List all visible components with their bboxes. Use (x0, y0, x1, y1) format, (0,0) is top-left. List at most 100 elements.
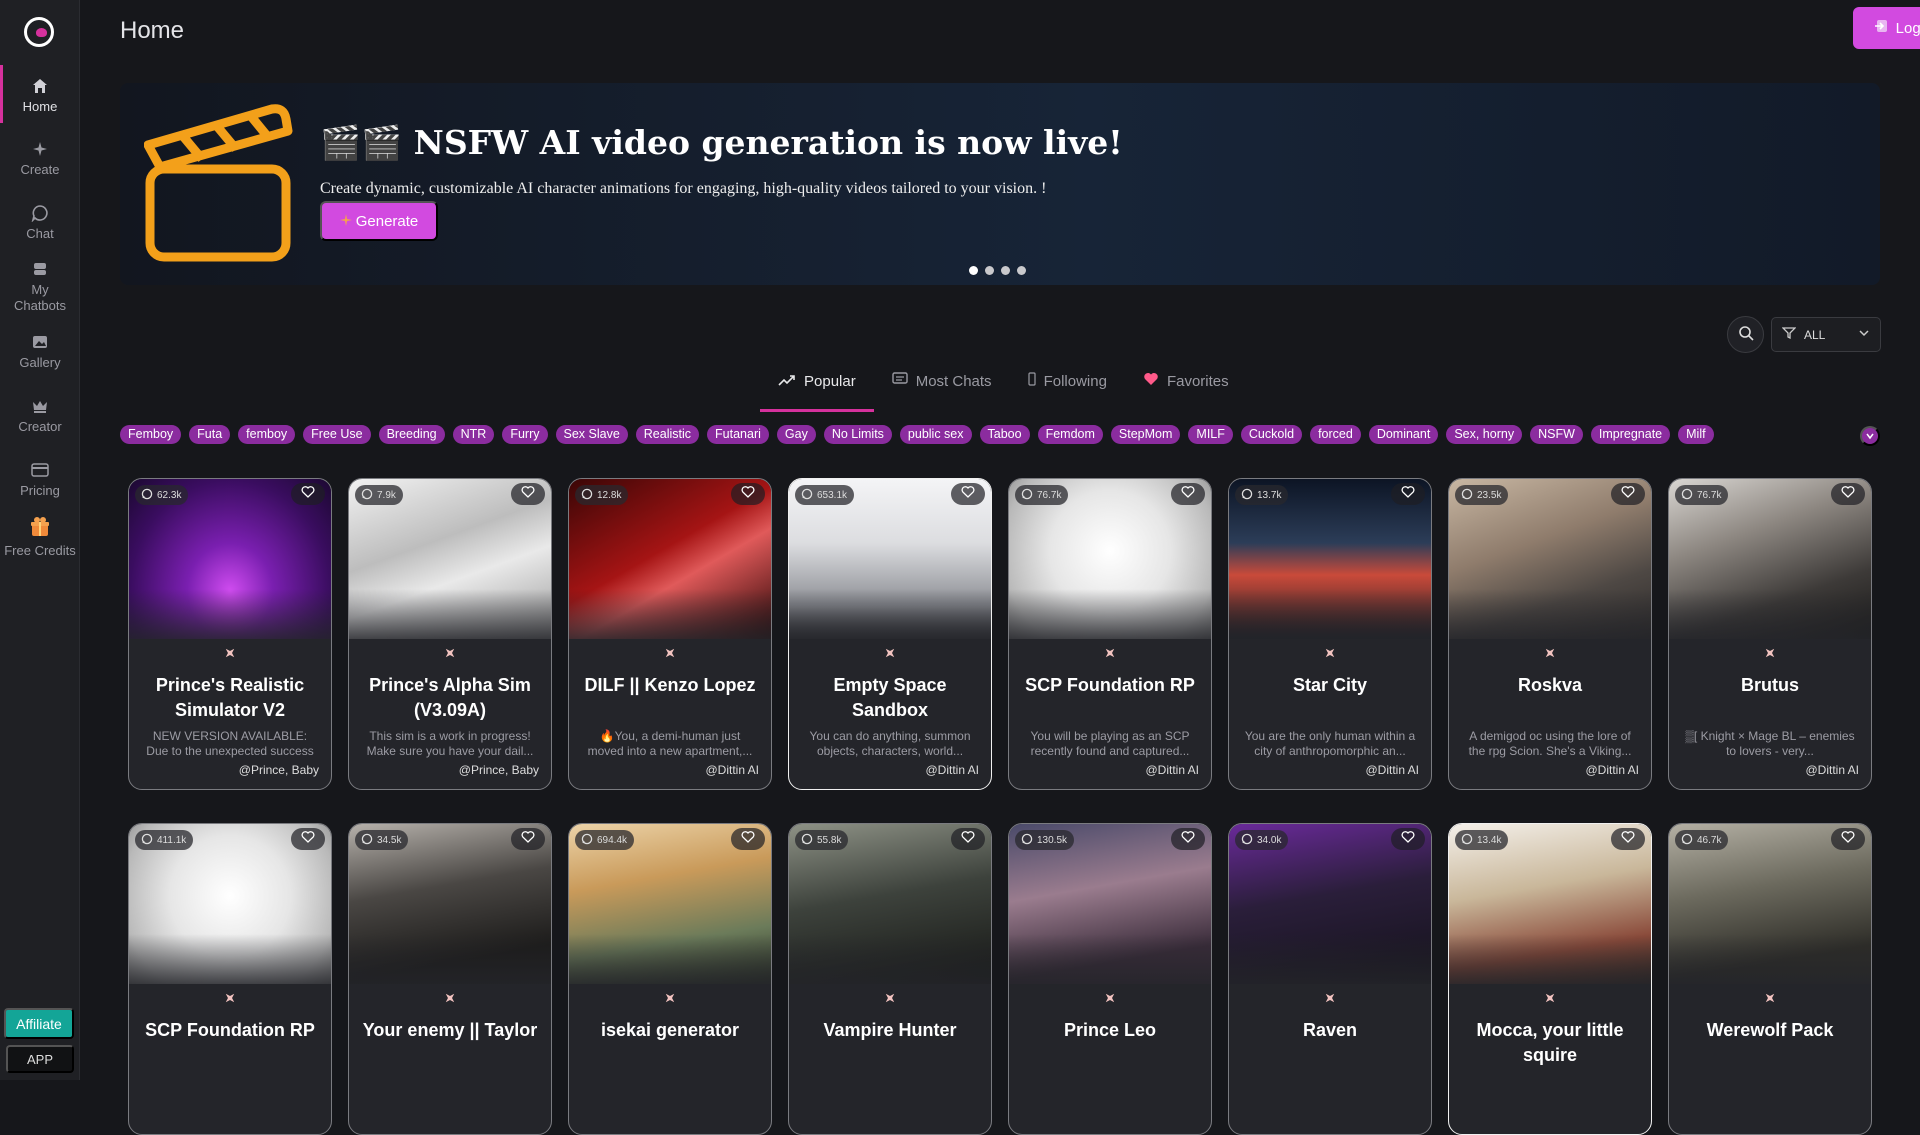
character-card[interactable]: 34.0k Raven (1228, 823, 1432, 1135)
character-name: Prince's Alpha Sim (V3.09A) (369, 675, 531, 720)
character-card[interactable]: 411.1k SCP Foundation RP (128, 823, 332, 1135)
character-author[interactable]: @Dittin AI (1585, 763, 1639, 777)
sidebar-item-my-chatbots[interactable]: My Chatbots (0, 260, 80, 313)
tag-chip[interactable]: Free Use (303, 425, 371, 444)
tag-chip[interactable]: Furry (502, 425, 548, 444)
tag-chip[interactable]: NTR (452, 425, 495, 444)
character-card[interactable]: 62.3k Prince's Realistic Simulator V2 NEW … (128, 478, 332, 790)
carousel-dot[interactable] (1017, 266, 1026, 275)
tag-chip[interactable]: Breeding (378, 425, 445, 444)
tag-chip[interactable]: Femboy (120, 425, 182, 444)
favorite-button[interactable] (951, 828, 985, 850)
tag-chip[interactable]: Sex, horny (1446, 425, 1523, 444)
app-button[interactable]: APP (6, 1045, 74, 1073)
character-author[interactable]: @Dittin AI (705, 763, 759, 777)
character-author[interactable]: @Dittin AI (1365, 763, 1419, 777)
favorite-button[interactable] (291, 483, 325, 505)
favorite-button[interactable] (731, 483, 765, 505)
category-filter-select[interactable]: ALL (1771, 317, 1881, 352)
tag-chip[interactable]: Sex Slave (555, 425, 628, 444)
chat-count: 34.5k (377, 834, 402, 846)
sidebar-item-gallery[interactable]: Gallery (0, 333, 80, 371)
sidebar-item-chat[interactable]: Chat (0, 204, 80, 242)
character-card[interactable]: 55.8k Vampire Hunter (788, 823, 992, 1135)
generate-button[interactable]: Generate (320, 201, 438, 241)
tag-chip[interactable]: Taboo (979, 425, 1030, 444)
tab-following[interactable]: Following (1010, 364, 1125, 398)
character-card[interactable]: 34.5k Your enemy || Taylor (348, 823, 552, 1135)
login-button[interactable]: Login (1853, 7, 1920, 49)
tag-chip[interactable]: Impregnate (1590, 425, 1671, 444)
character-card[interactable]: 76.7k Brutus ▒[ Knight × Mage BL – enemies… (1668, 478, 1872, 790)
expand-tags-button[interactable] (1860, 426, 1880, 446)
tab-popular[interactable]: Popular (760, 364, 874, 412)
tag-chip[interactable]: Futanari (707, 425, 769, 444)
character-description: ▒[ Knight × Mage BL – enemies to lovers … (1685, 729, 1855, 758)
tag-chip[interactable]: femboy (238, 425, 296, 444)
character-card[interactable]: 7.9k Prince's Alpha Sim (V3.09A) This sim … (348, 478, 552, 790)
favorite-button[interactable] (1611, 828, 1645, 850)
character-name: Vampire Hunter (823, 1020, 957, 1040)
favorite-button[interactable] (1831, 828, 1865, 850)
tag-chip[interactable]: Dominant (1368, 425, 1439, 444)
character-name: Prince Leo (1063, 1020, 1157, 1040)
favorite-button[interactable] (1391, 828, 1425, 850)
character-card[interactable]: 12.8k DILF || Kenzo Lopez 🔥You, a demi-hum… (568, 478, 772, 790)
tag-chip[interactable]: Gay (776, 425, 816, 444)
character-author[interactable]: @Prince, Baby (239, 763, 319, 777)
sidebar-item-create[interactable]: Create (0, 140, 80, 178)
character-description (1023, 1074, 1197, 1104)
favorite-button[interactable] (511, 483, 545, 505)
search-button[interactable] (1727, 316, 1764, 353)
character-card[interactable]: 13.7k Star City You are the only human wit… (1228, 478, 1432, 790)
tag-chip[interactable]: Realistic (635, 425, 700, 444)
favorite-button[interactable] (1391, 483, 1425, 505)
promo-banner[interactable]: 🎬🎬 NSFW AI video generation is now live!… (120, 83, 1880, 285)
chat-bubble-icon (361, 833, 373, 848)
tag-chip[interactable]: MILF (1188, 425, 1233, 444)
carousel-dot[interactable] (1001, 266, 1010, 275)
tag-chip[interactable]: Futa (189, 425, 231, 444)
character-author[interactable]: @Prince, Baby (459, 763, 539, 777)
favorite-button[interactable] (1611, 483, 1645, 505)
favorite-button[interactable] (1171, 828, 1205, 850)
character-card[interactable]: 23.5k Roskva A demigod oc using the lore o… (1448, 478, 1652, 790)
favorite-button[interactable] (1831, 483, 1865, 505)
tag-chip[interactable]: No Limits (823, 425, 892, 444)
tag-chip[interactable]: public sex (899, 425, 972, 444)
character-card[interactable]: 76.7k SCP Foundation RP You will be playin… (1008, 478, 1212, 790)
chatbot-icon (31, 260, 49, 278)
chat-count-badge: 55.8k (795, 830, 849, 850)
carousel-dot[interactable] (969, 266, 978, 275)
character-author[interactable]: @Dittin AI (1805, 763, 1859, 777)
tab-most-chats[interactable]: Most Chats (874, 364, 1010, 398)
favorite-button[interactable] (951, 483, 985, 505)
sidebar-item-pricing[interactable]: Pricing (0, 461, 80, 499)
character-author[interactable]: @Dittin AI (925, 763, 979, 777)
favorite-button[interactable] (731, 828, 765, 850)
chat-count-badge: 130.5k (1015, 830, 1075, 850)
affiliate-button[interactable]: Affiliate (4, 1008, 74, 1039)
tab-favorites[interactable]: Favorites (1125, 364, 1247, 398)
tag-chip[interactable]: StepMom (1110, 425, 1181, 444)
carousel-dot[interactable] (985, 266, 994, 275)
sidebar-item-free-credits[interactable]: Free Credits (0, 515, 80, 559)
tag-chip[interactable]: Cuckold (1240, 425, 1303, 444)
character-card[interactable]: 694.4k isekai generator (568, 823, 772, 1135)
tag-chip[interactable]: NSFW (1530, 425, 1583, 444)
favorite-button[interactable] (291, 828, 325, 850)
sidebar-item-home[interactable]: Home (0, 65, 80, 123)
favorite-button[interactable] (511, 828, 545, 850)
favorite-button[interactable] (1171, 483, 1205, 505)
tag-chip[interactable]: Femdom (1037, 425, 1103, 444)
tag-chip[interactable]: Milf (1678, 425, 1714, 444)
character-card[interactable]: 130.5k Prince Leo (1008, 823, 1212, 1135)
character-card[interactable]: 46.7k Werewolf Pack (1668, 823, 1872, 1135)
chat-bubble-icon (581, 488, 593, 503)
character-author[interactable]: @Dittin AI (1145, 763, 1199, 777)
character-card[interactable]: 653.1k Empty Space Sandbox You can do anyt… (788, 478, 992, 790)
character-card[interactable]: 13.4k Mocca, your little squire (1448, 823, 1652, 1135)
app-logo[interactable] (24, 17, 54, 47)
tag-chip[interactable]: forced (1310, 425, 1361, 444)
sidebar-item-creator[interactable]: Creator (0, 397, 80, 435)
